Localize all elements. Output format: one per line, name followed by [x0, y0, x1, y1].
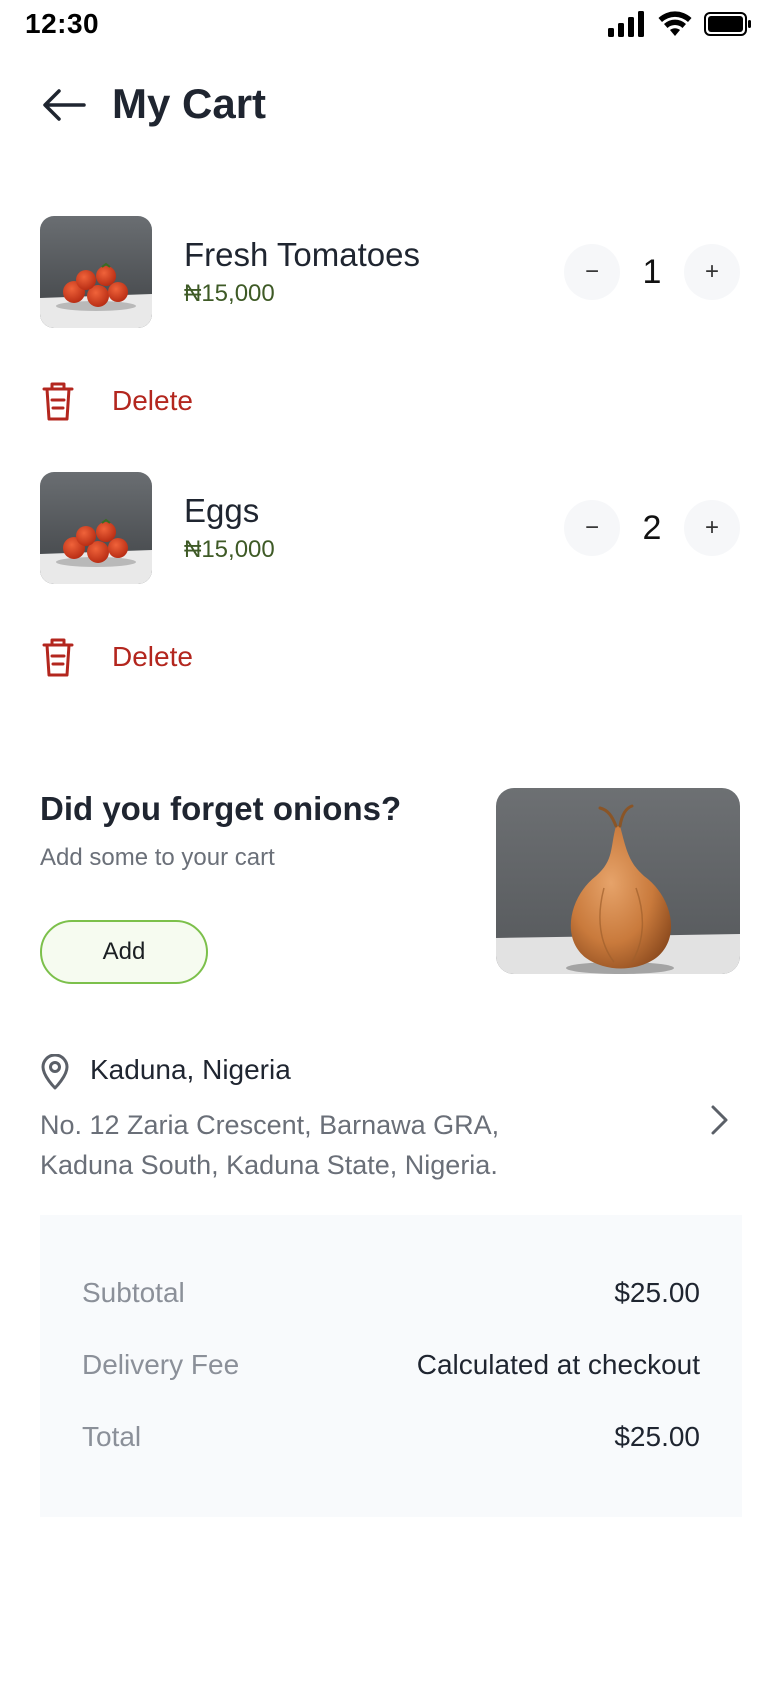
summary-label: Total: [82, 1421, 142, 1452]
page-title: My Cart: [112, 80, 267, 127]
quantity-stepper: − 1 +: [564, 244, 740, 300]
wifi-icon: [658, 11, 692, 36]
summary-row-total: Total $25.00: [82, 1417, 700, 1457]
decrement-button[interactable]: −: [564, 500, 620, 556]
increment-button[interactable]: +: [684, 244, 740, 300]
decrement-button[interactable]: −: [564, 244, 620, 300]
cart-item: Eggs ₦15,000 − 2 +: [40, 472, 740, 586]
item-price: ₦15,000: [184, 536, 275, 563]
back-button[interactable]: [36, 82, 92, 128]
cart-item: Fresh Tomatoes ₦15,000 − 1 +: [40, 216, 740, 330]
trash-icon: [42, 382, 74, 421]
delete-label: Delete: [112, 641, 193, 672]
add-button[interactable]: Add: [40, 920, 208, 984]
quantity-value: 2: [642, 508, 662, 547]
item-name: Eggs: [184, 492, 260, 529]
delete-button[interactable]: Delete: [40, 632, 193, 682]
upsell-suggestion: Did you forget onions? Add some to your …: [40, 788, 740, 984]
suggestion-title: Did you forget onions?: [40, 790, 402, 827]
tomatoes-thumbnail: [40, 216, 152, 328]
cart-screen: 12:30 My Cart Fresh Tomatoes ₦15,000 − 1…: [0, 0, 780, 1688]
address-line-2: Kaduna South, Kaduna State, Nigeria.: [40, 1150, 498, 1180]
summary-row-delivery: Delivery Fee Calculated at checkout: [82, 1345, 700, 1385]
quantity-value: 1: [642, 252, 662, 291]
app-header: My Cart: [0, 70, 780, 140]
chevron-right-icon: [711, 1105, 728, 1135]
item-price: ₦15,000: [184, 280, 275, 307]
status-time: 12:30: [25, 8, 100, 39]
battery-icon: [704, 12, 751, 36]
status-icons: [608, 11, 752, 37]
summary-value: $25.00: [614, 1277, 700, 1308]
trash-icon: [42, 638, 74, 677]
order-summary: Subtotal $25.00 Delivery Fee Calculated …: [40, 1215, 742, 1517]
onion-image: [496, 788, 740, 974]
summary-label: Subtotal: [82, 1277, 185, 1308]
increment-button[interactable]: +: [684, 500, 740, 556]
status-bar: 12:30: [0, 0, 780, 52]
summary-row-subtotal: Subtotal $25.00: [82, 1273, 700, 1313]
quantity-stepper: − 2 +: [564, 500, 740, 556]
eggs-thumbnail: [40, 472, 152, 584]
item-name: Fresh Tomatoes: [184, 236, 420, 273]
delivery-address[interactable]: Kaduna, Nigeria No. 12 Zaria Crescent, B…: [40, 1050, 740, 1190]
location-pin-icon: [41, 1054, 69, 1090]
delete-button[interactable]: Delete: [40, 376, 193, 426]
summary-label: Delivery Fee: [82, 1349, 240, 1380]
cellular-signal-icon: [608, 11, 644, 37]
suggestion-subtitle: Add some to your cart: [40, 844, 275, 871]
arrow-left-icon: [43, 89, 86, 121]
address-line-1: No. 12 Zaria Crescent, Barnawa GRA,: [40, 1110, 500, 1140]
address-city: Kaduna, Nigeria: [90, 1054, 291, 1085]
summary-value: $25.00: [614, 1421, 700, 1452]
delete-label: Delete: [112, 385, 193, 416]
summary-value: Calculated at checkout: [416, 1349, 700, 1380]
